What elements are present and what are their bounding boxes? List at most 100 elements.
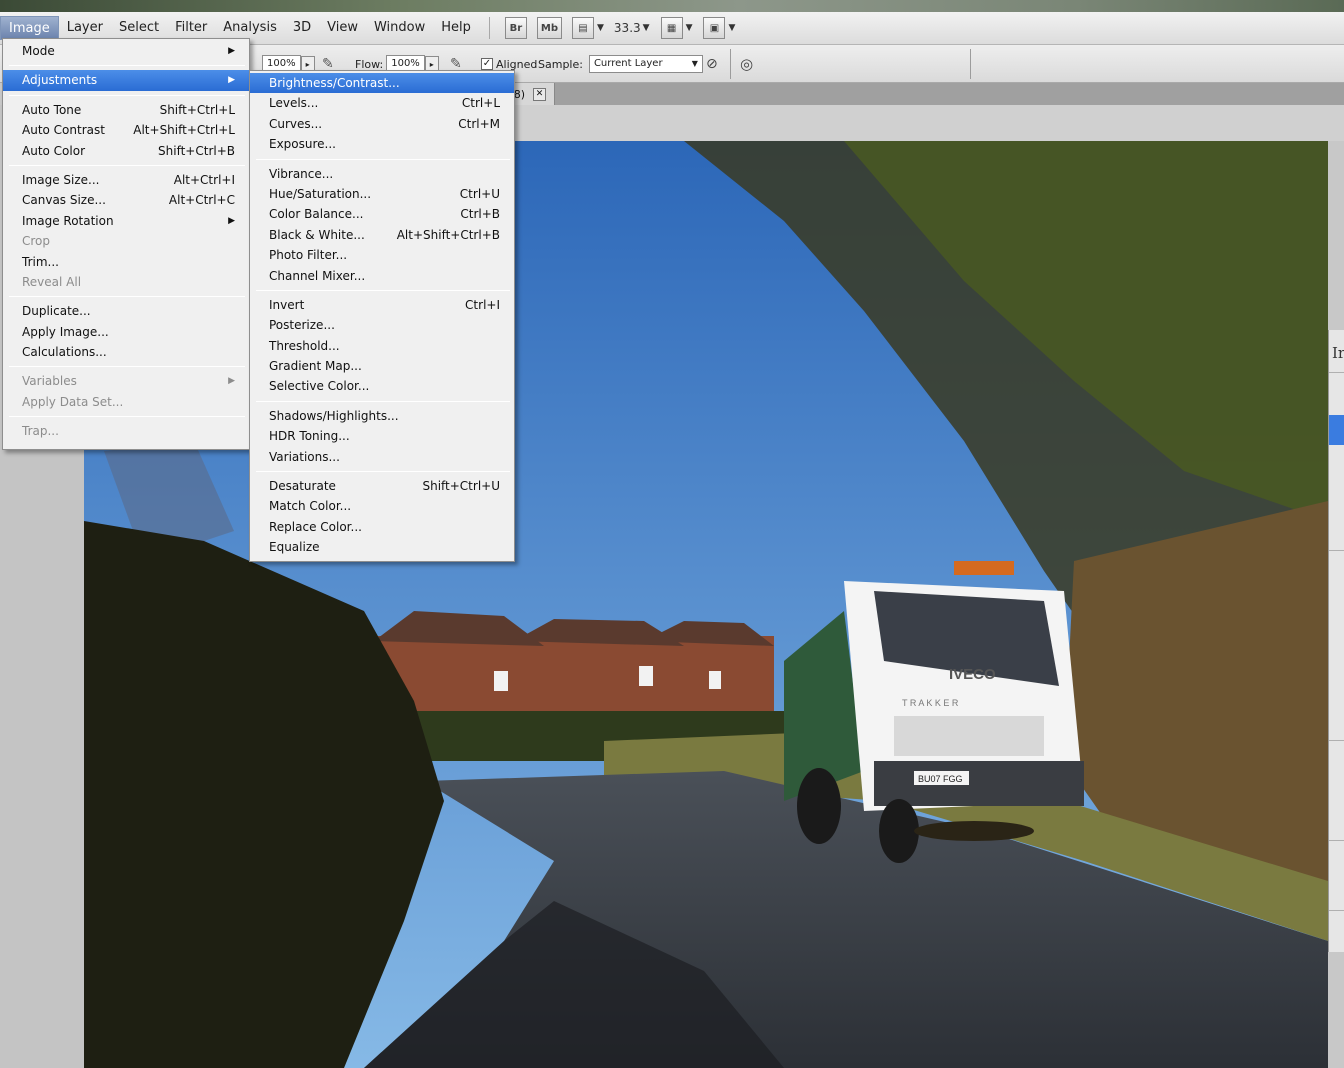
panel-selected-row[interactable] [1329, 415, 1344, 445]
adj-item-posterize[interactable]: Posterize... [250, 315, 514, 335]
menu-item-shortcut: Alt+Ctrl+I [173, 172, 235, 187]
image-menu: Mode ▶ Adjustments ▶ Auto Tone Shift+Ctrl+L Au… [2, 38, 250, 450]
arrange-documents-button[interactable]: ▦ [660, 17, 683, 39]
menu-item-image-rotation[interactable]: Image Rotation ▶ [3, 211, 249, 231]
menu-item-label: Apply Image... [22, 324, 109, 339]
menu-item-canvas-size[interactable]: Canvas Size... Alt+Ctrl+C [3, 190, 249, 210]
menu-item-label: Selective Color... [269, 379, 370, 394]
adj-item-photo-filter[interactable]: Photo Filter... [250, 245, 514, 265]
ignore-adjustment-layers-icon[interactable]: ⊘ [706, 55, 718, 73]
zoom-chevron-down-icon[interactable]: ▼ [643, 23, 650, 33]
adj-item-vibrance[interactable]: Vibrance... [250, 164, 514, 184]
menu-separator [9, 366, 245, 368]
sample-select-value: Current Layer [593, 58, 663, 69]
adj-item-hue-saturation[interactable]: Hue/Saturation... Ctrl+U [250, 184, 514, 204]
menu-view[interactable]: View [319, 16, 366, 40]
menu-item-trim[interactable]: Trim... [3, 252, 249, 272]
menu-item-image-size[interactable]: Image Size... Alt+Ctrl+I [3, 170, 249, 190]
submenu-arrow-icon: ▶ [228, 46, 235, 56]
houses [374, 611, 774, 716]
menu-item-shortcut: Alt+Ctrl+C [168, 193, 235, 208]
menu-item-label: Calculations... [22, 345, 107, 360]
menu-item-auto-contrast[interactable]: Auto Contrast Alt+Shift+Ctrl+L [3, 120, 249, 140]
aligned-checkbox[interactable]: ✓ [481, 58, 493, 70]
menu-separator [256, 289, 510, 291]
menu-filter[interactable]: Filter [167, 16, 215, 40]
menu-item-mode[interactable]: Mode ▶ [3, 41, 249, 61]
menu-item-label: Crop [22, 234, 51, 249]
mud-patch [914, 821, 1034, 841]
menu-item-calculations[interactable]: Calculations... [3, 342, 249, 362]
menu-item-label: Auto Color [22, 143, 86, 158]
menu-separator [256, 471, 510, 473]
menu-item-label: Photo Filter... [269, 248, 348, 263]
menu-item-auto-tone[interactable]: Auto Tone Shift+Ctrl+L [3, 100, 249, 120]
bridge-button[interactable]: Br [504, 17, 527, 39]
menu-help[interactable]: Help [433, 16, 479, 40]
license-plate: BU07 FGG [918, 774, 963, 784]
menu-item-label: Exposure... [269, 137, 336, 152]
menu-3d[interactable]: 3D [285, 16, 319, 40]
menu-item-adjustments[interactable]: Adjustments ▶ [3, 70, 249, 91]
adj-item-levels[interactable]: Levels... Ctrl+L [250, 93, 514, 113]
menu-item-label: Match Color... [269, 499, 352, 514]
adj-item-invert[interactable]: Invert Ctrl+I [250, 295, 514, 315]
menu-item-label: Mode [22, 44, 55, 58]
screen-mode-button[interactable]: ▣ [703, 17, 726, 39]
menu-item-apply-image[interactable]: Apply Image... [3, 322, 249, 342]
menu-separator [256, 158, 510, 160]
pressure-size-icon[interactable]: ◎ [740, 55, 753, 73]
adj-item-curves[interactable]: Curves... Ctrl+M [250, 114, 514, 134]
menu-item-label: Reveal All [22, 274, 82, 289]
sample-select[interactable]: Current Layer ▼ [588, 55, 703, 73]
sample-label: Sample: [538, 57, 583, 71]
right-panel[interactable]: Ir [1328, 330, 1344, 952]
adj-item-hdr-toning[interactable]: HDR Toning... [250, 426, 514, 446]
adj-item-brightness-contrast[interactable]: Brightness/Contrast... [250, 73, 514, 94]
panel-divider-2 [1329, 550, 1344, 551]
chevron-down-icon[interactable]: ▼ [597, 23, 604, 33]
menu-item-label: Black & White... [269, 227, 365, 242]
menu-item-label: Brightness/Contrast... [269, 76, 400, 90]
menu-item-shortcut: Alt+Shift+Ctrl+L [133, 123, 235, 138]
adj-item-shadows-highlights[interactable]: Shadows/Highlights... [250, 406, 514, 426]
screen-chevron-down-icon[interactable]: ▼ [728, 23, 735, 33]
adj-item-desaturate[interactable]: Desaturate Shift+Ctrl+U [250, 476, 514, 496]
menu-image[interactable]: Image [0, 16, 59, 40]
adj-item-equalize[interactable]: Equalize [250, 537, 514, 557]
adj-item-selective-color[interactable]: Selective Color... [250, 376, 514, 396]
view-extras-button[interactable]: ▤ [572, 17, 594, 39]
menu-item-shortcut: Shift+Ctrl+L [159, 102, 235, 117]
menu-layer[interactable]: Layer [59, 16, 111, 40]
adj-item-channel-mixer[interactable]: Channel Mixer... [250, 266, 514, 286]
menu-item-label: Posterize... [269, 318, 335, 333]
submenu-arrow-icon: ▶ [228, 376, 235, 387]
menu-separator [9, 296, 245, 298]
menu-item-label: Replace Color... [269, 519, 362, 534]
menu-bar-items: Image Layer Select Filter Analysis 3D View Wind… [0, 16, 479, 40]
menu-item-auto-color[interactable]: Auto Color Shift+Ctrl+B [3, 141, 249, 161]
menu-item-label: Curves... [269, 116, 323, 131]
adj-item-threshold[interactable]: Threshold... [250, 336, 514, 356]
adj-item-gradient-map[interactable]: Gradient Map... [250, 356, 514, 376]
chevron-down-icon: ▼ [691, 59, 698, 68]
menu-item-label: Image Size... [22, 172, 100, 187]
menu-select[interactable]: Select [111, 16, 167, 40]
arrange-chevron-down-icon[interactable]: ▼ [686, 23, 693, 33]
truck-model: T R A K K E R [902, 698, 959, 708]
submenu-arrow-icon: ▶ [228, 75, 235, 86]
menu-window[interactable]: Window [366, 16, 433, 40]
mini-bridge-button[interactable]: Mb [536, 17, 562, 39]
menu-item-label: Trap... [22, 424, 59, 439]
menu-item-duplicate[interactable]: Duplicate... [3, 301, 249, 321]
adj-item-replace-color[interactable]: Replace Color... [250, 517, 514, 537]
adj-item-variations[interactable]: Variations... [250, 447, 514, 467]
adj-item-exposure[interactable]: Exposure... [250, 134, 514, 154]
adj-item-match-color[interactable]: Match Color... [250, 496, 514, 516]
close-icon[interactable]: ✕ [533, 87, 546, 101]
adjustments-submenu: Brightness/Contrast... Levels... Ctrl+L Cur… [249, 70, 515, 562]
adj-item-black-white[interactable]: Black & White... Alt+Shift+Ctrl+B [250, 225, 514, 245]
zoom-level[interactable]: 33.3 [614, 21, 641, 35]
adj-item-color-balance[interactable]: Color Balance... Ctrl+B [250, 204, 514, 224]
menu-analysis[interactable]: Analysis [215, 16, 285, 40]
